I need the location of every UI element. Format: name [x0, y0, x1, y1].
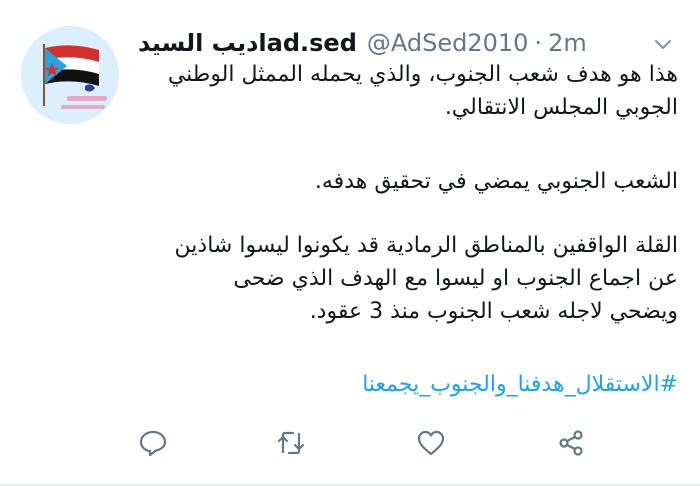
tweet-actions	[0, 418, 700, 466]
retweet-icon[interactable]	[276, 428, 306, 458]
tweet-paragraph-1: هذا هو هدف شعب الجنوب، والذي يحمله الممث…	[167, 62, 678, 120]
hashtag-link[interactable]: #الاستقلال_هدفنا_والجنوب_يجمعنا	[138, 372, 678, 397]
display-name[interactable]: اديب السيدad.sed	[138, 29, 357, 57]
heart-icon[interactable]	[416, 428, 446, 458]
user-handle[interactable]: @AdSed2010	[367, 29, 529, 57]
reply-icon[interactable]	[138, 428, 168, 458]
tweet-paragraph-2: الشعب الجنوبي يمضي في تحقيق هدفه.	[314, 169, 678, 194]
tweet-line: القلة الواقفين بالمناطق الرمادية قد يكون…	[174, 233, 678, 258]
tweet-paragraph-3: القلة الواقفين بالمناطق الرمادية قد يكون…	[138, 229, 678, 328]
tweet-line: عن اجماع الجنوب او ليسوا مع الهدف الذي ض…	[233, 266, 678, 291]
share-icon[interactable]	[556, 428, 586, 458]
chevron-down-icon[interactable]	[652, 33, 674, 55]
tweet-line: ويضحي لاجله شعب الجنوب منذ 3 عقود.	[309, 299, 678, 324]
timestamp[interactable]: 2m	[548, 29, 587, 57]
avatar[interactable]	[21, 26, 119, 124]
tweet-header: اديب السيدad.sed @AdSed2010 · 2m	[138, 26, 680, 60]
separator-dot: ·	[534, 29, 543, 57]
avatar-flag-image	[21, 26, 119, 124]
